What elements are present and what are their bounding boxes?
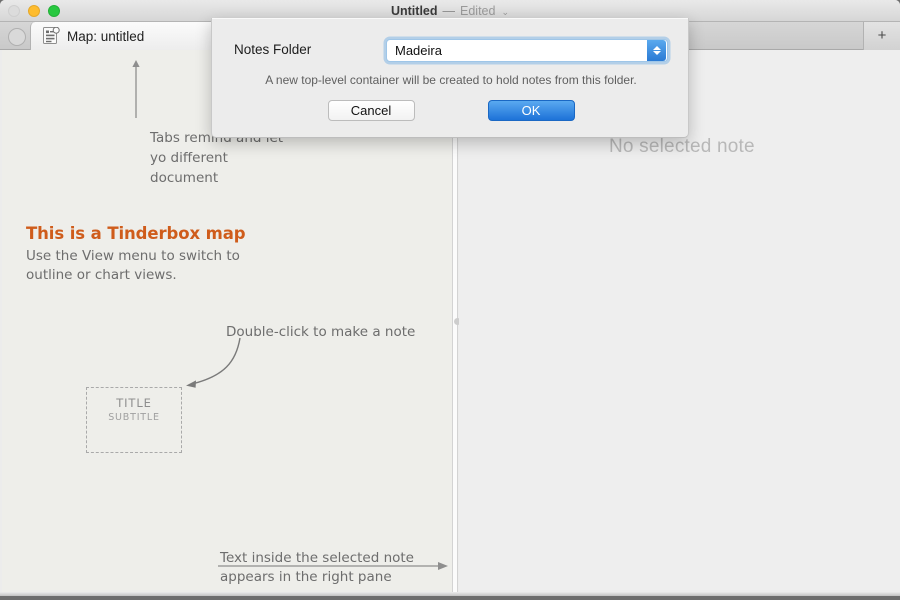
notes-folder-combobox[interactable]: Madeira — [386, 39, 668, 62]
map-intro-note: This is a Tinderbox map Use the View men… — [26, 224, 246, 284]
dialog-button-row: Cancel OK — [212, 100, 690, 121]
double-click-hint-text: Double-click to make a note — [226, 324, 416, 340]
chevron-down-icon[interactable] — [652, 51, 661, 55]
tab-label: Map: untitled — [67, 28, 145, 44]
new-tab-button[interactable]: + — [874, 28, 890, 44]
title-separator: — — [442, 4, 456, 18]
notes-folder-label: Notes Folder — [234, 42, 312, 57]
ok-button[interactable]: OK — [487, 100, 575, 121]
stepper-control[interactable] — [647, 40, 666, 61]
double-click-arrow-icon — [186, 337, 241, 388]
map-intro-title: This is a Tinderbox map — [26, 224, 246, 243]
right-pane-hint-text: Text inside the selected note appears in… — [220, 550, 414, 585]
notes-folder-value[interactable]: Madeira — [387, 43, 647, 58]
close-button[interactable] — [8, 5, 20, 17]
tabs-hint-arrow-icon — [132, 60, 140, 118]
chevron-up-icon[interactable] — [652, 46, 661, 50]
cancel-button[interactable]: Cancel — [327, 100, 415, 121]
window-bottom-shadow — [0, 592, 900, 596]
tinderbox-window: Untitled — Edited ⌄ Map: untitled + Tabs… — [0, 0, 900, 596]
map-intro-body: Use the View menu to switch to outline o… — [26, 248, 240, 283]
document-outline-icon — [43, 26, 60, 45]
no-selected-note-message: No selected note — [609, 136, 755, 157]
notes-folder-dialog: Notes Folder Madeira A new top-level con… — [211, 18, 689, 138]
window-title-text: Untitled — [390, 4, 438, 18]
minimize-button[interactable] — [28, 5, 40, 17]
prototype-title: TITLE — [116, 396, 152, 410]
edited-badge: Edited — [460, 4, 496, 18]
prototype-subtitle: SUBTITLE — [108, 412, 160, 423]
tab-overview-button[interactable] — [8, 28, 26, 46]
chevron-down-icon[interactable]: ⌄ — [501, 7, 509, 18]
dialog-description: A new top-level container will be create… — [265, 73, 637, 87]
prototype-note-placeholder[interactable]: TITLE SUBTITLE — [86, 387, 182, 453]
screenshot-root: Untitled — Edited ⌄ Map: untitled + Tabs… — [0, 0, 900, 600]
zoom-button[interactable] — [48, 5, 60, 17]
